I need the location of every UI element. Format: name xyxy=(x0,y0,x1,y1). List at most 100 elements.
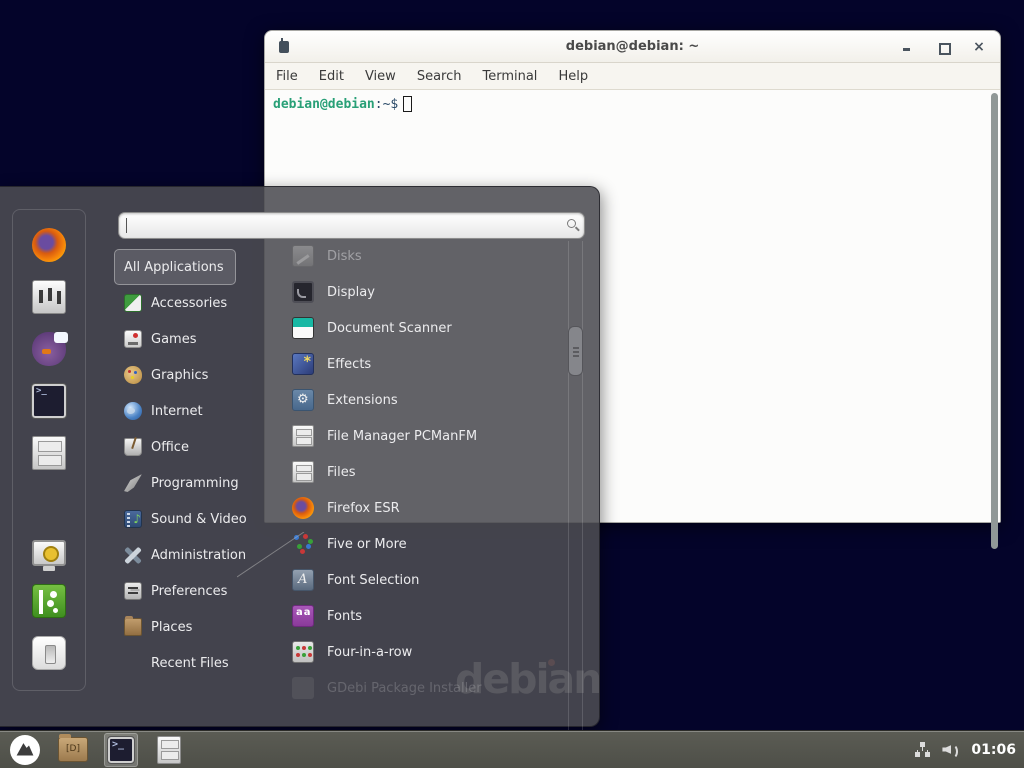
application-item[interactable]: Four-in-a-row xyxy=(292,634,562,670)
effects-icon xyxy=(292,353,314,375)
desktop: debian debian@debian: ~ × FileEditViewSe… xyxy=(0,0,1024,768)
lock-screen-icon[interactable] xyxy=(32,540,66,566)
category-list: All Applications Accessories Games Graph… xyxy=(114,249,290,681)
application-label: Extensions xyxy=(327,393,398,408)
category-label: Recent Files xyxy=(151,656,229,671)
application-item[interactable]: Effects xyxy=(292,346,562,382)
terminal-scrollbar[interactable] xyxy=(990,93,999,549)
search-input[interactable] xyxy=(118,212,585,239)
application-label: Effects xyxy=(327,357,371,372)
sound-video-icon xyxy=(124,510,142,528)
application-item[interactable]: Five or More xyxy=(292,526,562,562)
application-label: Files xyxy=(327,465,356,480)
clock[interactable]: 01:06 xyxy=(971,742,1016,758)
system-tray: 01:06 xyxy=(915,742,1024,758)
category-item[interactable]: Graphics xyxy=(114,357,220,393)
document-scanner-icon xyxy=(292,317,314,339)
favorite-launchers xyxy=(32,228,66,470)
menubar-item[interactable]: Terminal xyxy=(482,69,537,84)
shutdown-icon[interactable] xyxy=(32,636,66,670)
menu-scrollbar-thumb[interactable] xyxy=(568,326,583,376)
application-item[interactable]: File Manager PCManFM xyxy=(292,418,562,454)
category-item[interactable]: Recent Files xyxy=(114,645,241,681)
close-icon[interactable]: × xyxy=(972,40,986,54)
games-icon xyxy=(124,330,142,348)
maximize-icon[interactable] xyxy=(936,40,950,54)
application-label: Firefox ESR xyxy=(327,501,400,516)
desktop-settings-icon[interactable] xyxy=(32,280,66,314)
category-item[interactable]: All Applications xyxy=(114,249,236,285)
gdebi-icon xyxy=(292,677,314,699)
application-item[interactable]: Extensions xyxy=(292,382,562,418)
category-item[interactable]: Programming xyxy=(114,465,251,501)
application-label: Font Selection xyxy=(327,573,419,588)
application-label: GDebi Package Installer xyxy=(327,681,482,696)
office-icon xyxy=(124,438,142,456)
window-icon xyxy=(279,41,289,53)
application-item[interactable]: Display xyxy=(292,274,562,310)
file-manager-icon xyxy=(292,425,314,447)
extensions-icon xyxy=(292,389,314,411)
application-item[interactable]: Firefox ESR xyxy=(292,490,562,526)
terminal-menubar: File Edit View Search Terminal Help xyxy=(265,63,1000,90)
accessories-icon xyxy=(124,294,142,312)
taskbar-launcher[interactable] xyxy=(152,733,186,767)
application-label: File Manager PCManFM xyxy=(327,429,477,444)
menu-scrollbar-track[interactable] xyxy=(568,241,583,768)
graphics-icon xyxy=(124,366,142,384)
minimize-icon[interactable] xyxy=(900,40,914,54)
taskbar-launcher[interactable] xyxy=(56,733,90,767)
window-title: debian@debian: ~ xyxy=(265,39,1000,54)
terminal-scrollbar-thumb[interactable] xyxy=(991,93,998,549)
terminal-icon[interactable] xyxy=(32,384,66,418)
application-item[interactable]: Font Selection xyxy=(292,562,562,598)
menubar-item[interactable]: File xyxy=(276,69,298,84)
category-label: Internet xyxy=(151,404,203,419)
network-icon[interactable] xyxy=(915,742,930,757)
application-item[interactable]: Fonts xyxy=(292,598,562,634)
application-label: Fonts xyxy=(327,609,362,624)
application-item[interactable]: Files xyxy=(292,454,562,490)
application-item[interactable]: Disks xyxy=(292,238,562,274)
pidgin-icon[interactable] xyxy=(32,332,66,366)
file-manager-icon[interactable] xyxy=(32,436,66,470)
menubar-item[interactable]: View xyxy=(365,69,396,84)
volume-icon[interactable] xyxy=(942,742,959,757)
search-box xyxy=(118,212,585,239)
search-icon xyxy=(567,219,576,228)
category-item[interactable]: Office xyxy=(114,429,201,465)
disks-icon xyxy=(292,245,314,267)
application-item[interactable]: Document Scanner xyxy=(292,310,562,346)
category-item[interactable]: Places xyxy=(114,609,204,645)
internet-icon xyxy=(124,402,142,420)
menu-button-icon xyxy=(10,735,40,765)
menubar-item[interactable]: Edit xyxy=(319,69,344,84)
menubar-item[interactable]: Search xyxy=(417,69,462,84)
terminal-icon xyxy=(108,737,134,763)
application-label: Five or More xyxy=(327,537,407,552)
taskbar-launcher[interactable] xyxy=(8,733,42,767)
firefox-icon xyxy=(292,497,314,519)
preferences-icon xyxy=(124,582,142,600)
category-item[interactable]: Preferences xyxy=(114,573,239,609)
terminal-titlebar[interactable]: debian@debian: ~ × xyxy=(265,31,1000,63)
taskbar-launcher[interactable] xyxy=(104,733,138,767)
category-label: Sound & Video xyxy=(151,512,247,527)
prompt-user-host: debian@debian xyxy=(273,97,375,112)
category-item[interactable]: Games xyxy=(114,321,208,357)
session-buttons xyxy=(32,538,66,670)
files-icon xyxy=(157,736,181,764)
menubar-item[interactable]: Help xyxy=(558,69,588,84)
programming-icon xyxy=(124,474,142,492)
category-item[interactable]: Accessories xyxy=(114,285,239,321)
application-label: Four-in-a-row xyxy=(327,645,412,660)
logout-icon[interactable] xyxy=(32,584,66,618)
window-controls: × xyxy=(900,31,986,63)
application-item[interactable]: GDebi Package Installer xyxy=(292,670,562,706)
application-menu: All Applications Accessories Games Graph… xyxy=(0,186,600,727)
category-item[interactable]: Internet xyxy=(114,393,215,429)
application-list: Disks Display Document Scanner Effects E… xyxy=(292,238,562,706)
administration-icon xyxy=(124,546,142,564)
firefox-icon[interactable] xyxy=(32,228,66,262)
category-label: Places xyxy=(151,620,192,635)
